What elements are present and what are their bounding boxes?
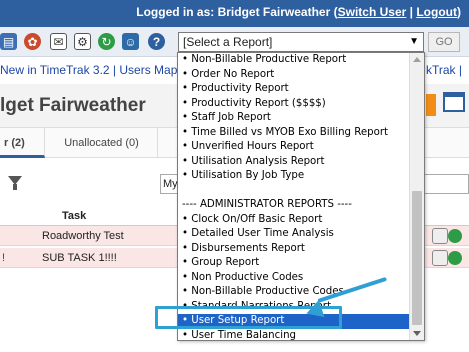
task-cell: Roadworthy Test xyxy=(42,230,124,242)
news-links-right[interactable]: kTrak | xyxy=(426,58,462,82)
page-title: lget Fairweather xyxy=(0,95,146,116)
scroll-down-icon[interactable] xyxy=(413,331,421,336)
report-option[interactable]: • Unverified Hours Report xyxy=(178,140,410,155)
report-icon[interactable]: ▤ xyxy=(0,33,17,50)
report-dropdown[interactable]: • Non-Billable Productive Report • Order… xyxy=(177,52,425,341)
news-links[interactable]: New in TimeTrak 3.2 | Users Map xyxy=(0,58,177,82)
tab-assigned[interactable]: r (2) xyxy=(0,128,45,158)
help-icon[interactable]: ? xyxy=(148,33,165,50)
secondary-select[interactable] xyxy=(420,174,469,194)
report-select-value: [Select a Report] xyxy=(183,35,273,49)
tab-unallocated[interactable]: Unallocated (0) xyxy=(46,128,158,158)
go-button[interactable]: GO xyxy=(428,32,460,52)
report-group-header: ---- ADMINISTRATOR REPORTS ---- xyxy=(182,199,352,210)
scroll-thumb[interactable] xyxy=(412,191,422,325)
separator: | xyxy=(406,5,417,19)
chevron-down-icon: ▼ xyxy=(409,36,419,47)
report-select[interactable]: [Select a Report] ▼ xyxy=(178,32,424,52)
report-option[interactable]: • Order No Report xyxy=(178,68,410,83)
logged-in-label: Logged in as: Bridget Fairweather ( xyxy=(136,5,338,19)
email-icon[interactable]: ✉ xyxy=(50,33,67,50)
report-option[interactable]: • Time Billed vs MYOB Exo Billing Report xyxy=(178,126,410,141)
orange-icon[interactable] xyxy=(426,94,436,116)
settings-icon[interactable]: ⚙ xyxy=(74,33,91,50)
report-option[interactable]: • Non-Billable Productive Codes xyxy=(178,285,410,300)
report-option[interactable]: • Disbursements Report xyxy=(178,242,410,257)
closing-paren: ) xyxy=(457,5,461,19)
edit-icon[interactable] xyxy=(432,250,448,266)
network-icon[interactable]: ✿ xyxy=(24,33,41,50)
report-option-spacer xyxy=(178,184,410,199)
refresh-icon[interactable]: ↻ xyxy=(98,33,115,50)
task-cell: SUB TASK 1!!!! xyxy=(42,252,117,264)
report-option[interactable]: • Clock On/Off Basic Report xyxy=(178,213,410,228)
status-icon[interactable] xyxy=(448,251,462,265)
logout-link[interactable]: Logout xyxy=(416,5,457,19)
report-option[interactable]: • Group Report xyxy=(178,256,410,271)
report-option[interactable]: • Utilisation Analysis Report xyxy=(178,155,410,170)
status-icon[interactable] xyxy=(448,229,462,243)
report-option[interactable]: • Non-Billable Productive Report xyxy=(178,53,410,68)
report-options: • Non-Billable Productive Report • Order… xyxy=(178,53,410,341)
report-option[interactable]: • Productivity Report xyxy=(178,82,410,97)
edit-icon[interactable] xyxy=(432,228,448,244)
tab-more[interactable] xyxy=(420,128,469,158)
task-column-header[interactable]: Task xyxy=(62,210,86,222)
scroll-up-icon[interactable] xyxy=(413,57,421,62)
login-status: Logged in as: Bridget Fairweather (Switc… xyxy=(136,5,461,19)
users-icon[interactable]: ☺ xyxy=(122,33,139,50)
report-option[interactable]: • Staff Job Report xyxy=(178,111,410,126)
report-option[interactable]: • Utilisation By Job Type xyxy=(178,169,410,184)
report-option[interactable]: • Productivity Report ($$$$) xyxy=(178,97,410,112)
report-option[interactable]: • User Time Balancing xyxy=(178,329,410,341)
window-icon[interactable] xyxy=(443,92,465,112)
top-bar: Logged in as: Bridget Fairweather (Switc… xyxy=(0,0,469,27)
row-marker: ! xyxy=(2,252,6,264)
switch-user-link[interactable]: Switch User xyxy=(338,5,407,19)
filter-icon-stem xyxy=(13,184,17,190)
dropdown-scrollbar[interactable] xyxy=(409,53,424,340)
report-option[interactable]: • Detailed User Time Analysis xyxy=(178,227,410,242)
